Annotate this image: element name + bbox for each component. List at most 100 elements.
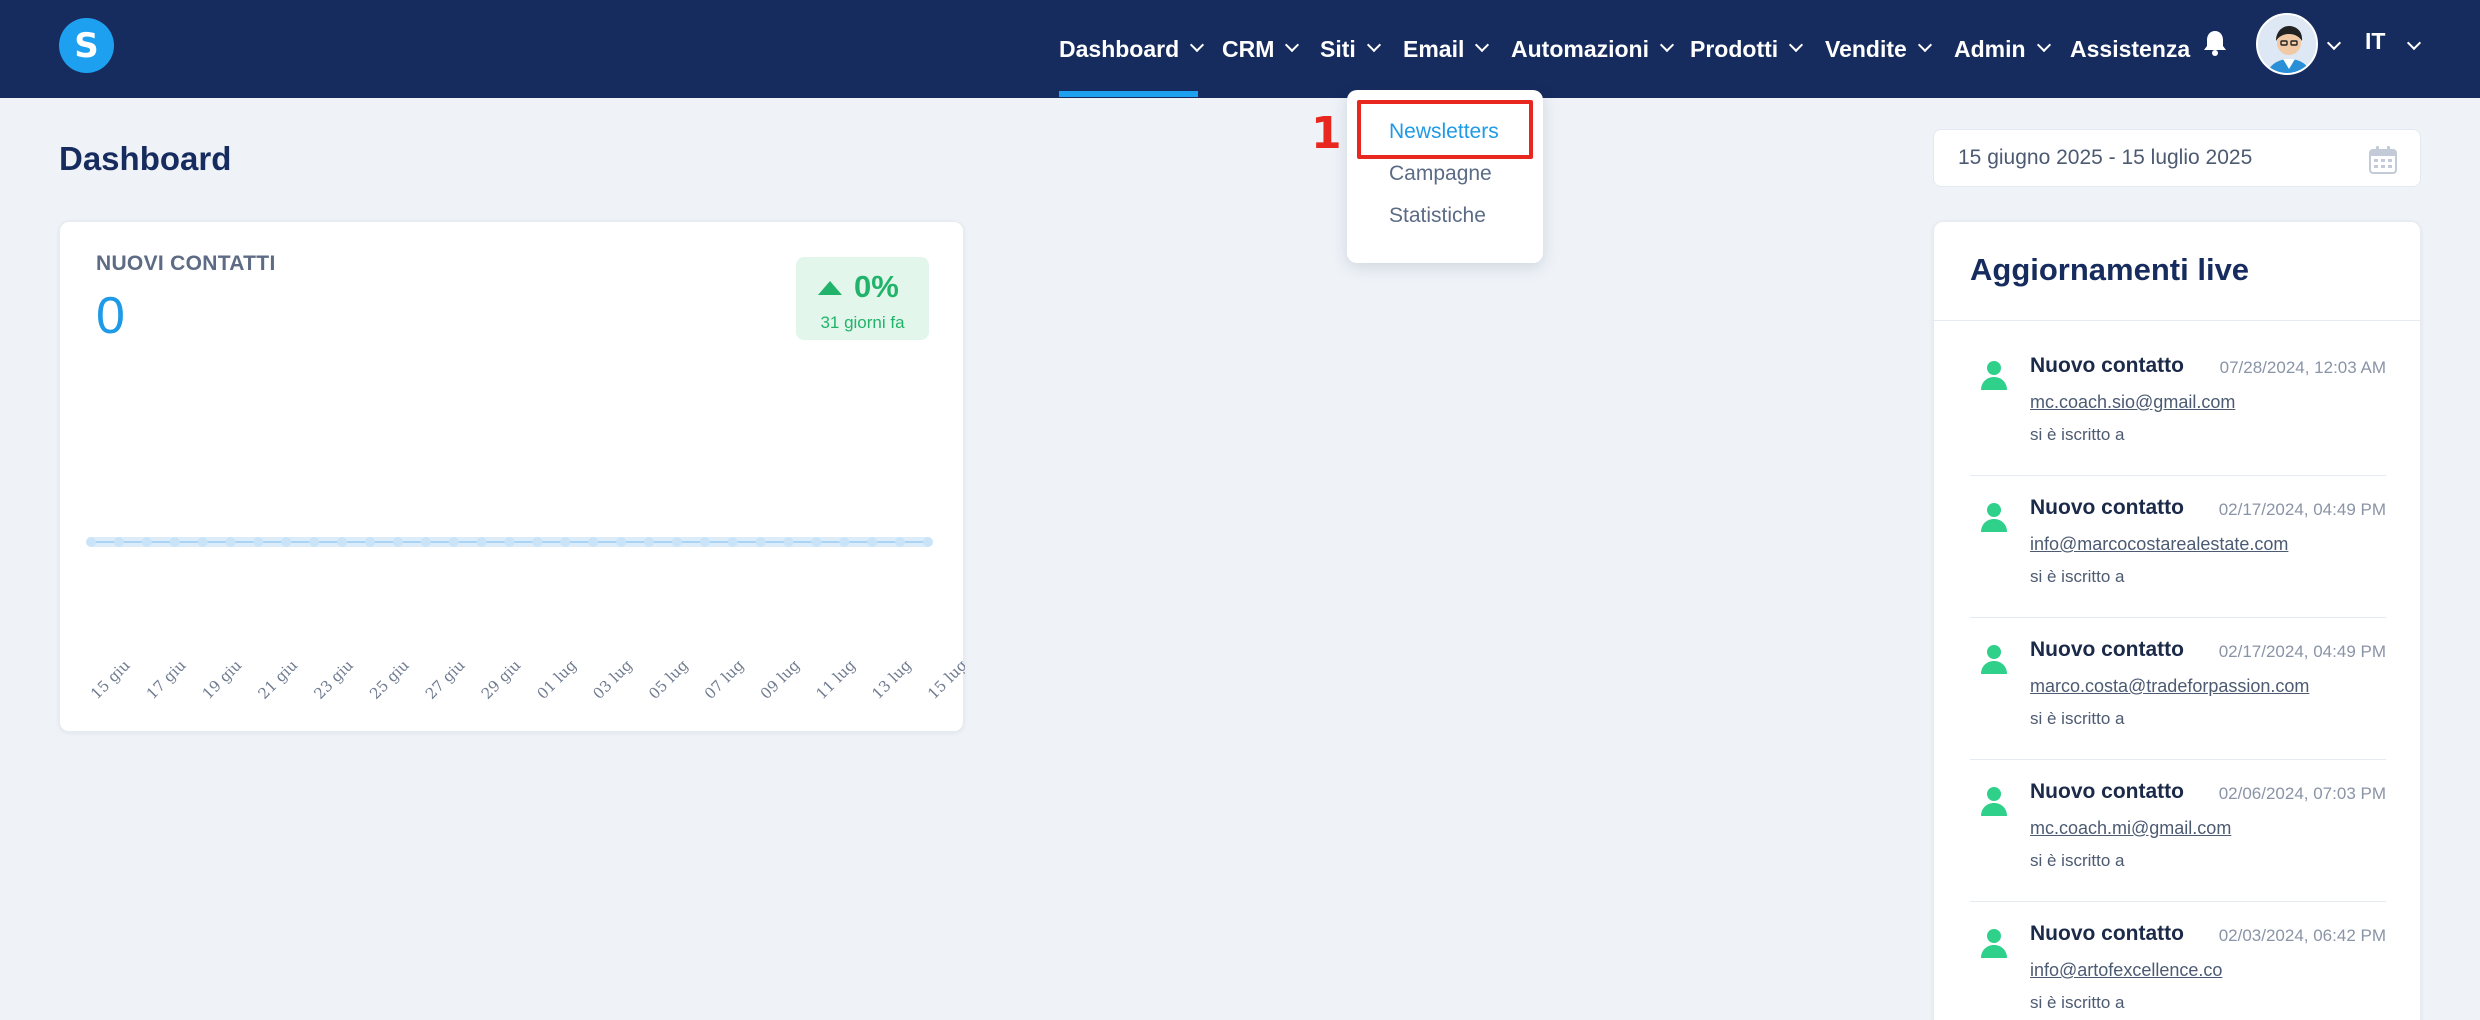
chart-point <box>253 537 264 547</box>
nav-siti[interactable]: Siti <box>1320 0 1380 98</box>
chart-point <box>365 537 375 547</box>
live-update-item: Nuovo contatto 02/17/2024, 04:49 PM marco.… <box>1970 618 2386 760</box>
user-icon <box>1981 503 2007 532</box>
live-update-item: Nuovo contatto 02/17/2024, 04:49 PM info@m… <box>1970 476 2386 618</box>
nav-email[interactable]: Email <box>1403 0 1488 98</box>
step-number-annotation: 1 <box>1311 108 1342 159</box>
chart-x-tick-label: 21 giu <box>255 656 302 703</box>
chart-point <box>337 537 348 547</box>
chart-point <box>532 537 543 547</box>
menu-item-campagne[interactable]: Campagne <box>1389 162 1492 186</box>
live-item-email-link[interactable]: mc.coach.mi@gmail.com <box>2030 818 2231 839</box>
user-icon <box>1981 361 2007 390</box>
chart-x-tick-label: 15 lug <box>924 656 965 703</box>
new-contacts-card: NUOVI CONTATTI 0 0% 31 giorni fa 15 giu 1… <box>59 221 965 732</box>
live-updates-divider <box>1934 320 2422 321</box>
nav-prodotti-label: Prodotti <box>1690 35 1779 62</box>
live-item-time: 07/28/2024, 12:03 AM <box>2219 358 2386 377</box>
live-item-note: si è iscritto a <box>2030 425 2125 444</box>
chart-point <box>671 537 682 547</box>
live-item-time: 02/06/2024, 07:03 PM <box>2218 784 2386 803</box>
chart-point <box>309 537 320 547</box>
chart-x-tick-label: 23 giu <box>310 656 357 703</box>
chart-point <box>867 537 878 547</box>
live-item-time: 02/17/2024, 04:49 PM <box>2218 642 2386 661</box>
chart-point <box>560 537 571 547</box>
live-item-email-link[interactable]: marco.costa@tradeforpassion.com <box>2030 676 2309 697</box>
chart-point <box>839 537 850 547</box>
chart-point <box>225 537 236 547</box>
chart-point <box>141 537 152 547</box>
chart-point <box>476 537 487 547</box>
logo-letter: S <box>74 25 99 66</box>
date-range-picker[interactable]: 15 giugno 2025 - 15 luglio 2025 <box>1933 129 2421 187</box>
chart-x-tick-label: 17 giu <box>143 656 190 703</box>
nav-dashboard-label: Dashboard <box>1059 35 1180 62</box>
nav-dashboard[interactable]: Dashboard <box>1059 0 1203 98</box>
nav-assistenza-label: Assistenza <box>2070 35 2191 62</box>
chart-x-tick-label: 03 lug <box>589 656 636 703</box>
chart-point <box>281 537 292 547</box>
chart-point <box>448 537 459 547</box>
chart-point <box>392 537 403 547</box>
nav-vendite-label: Vendite <box>1825 35 1907 62</box>
nav-prodotti[interactable]: Prodotti <box>1690 0 1802 98</box>
chart-point <box>727 537 738 547</box>
avatar[interactable] <box>2256 13 2318 75</box>
nav-automazioni-label: Automazioni <box>1511 35 1649 62</box>
chevron-down-icon <box>1661 40 1673 52</box>
chart-x-tick-label: 29 giu <box>478 656 525 703</box>
language-selector[interactable]: IT <box>2365 28 2385 55</box>
calendar-icon[interactable] <box>2368 145 2398 175</box>
chevron-down-icon <box>1790 40 1802 52</box>
chart-x-tick-label: 09 lug <box>757 656 804 703</box>
chevron-down-icon <box>2038 40 2050 52</box>
bell-icon[interactable] <box>2200 28 2230 58</box>
live-item-note: si è iscritto a <box>2030 709 2125 728</box>
live-item-note: si è iscritto a <box>2030 993 2125 1012</box>
live-item-email-link[interactable]: info@artofexcellence.co <box>2030 960 2222 981</box>
language-chevron-down-icon[interactable] <box>2408 38 2420 50</box>
user-avatar-icon <box>2258 15 2316 73</box>
nav-assistenza[interactable]: Assistenza <box>2070 0 2190 98</box>
chart-x-tick-label: 07 lug <box>701 656 748 703</box>
chart-x-tick-label: 13 lug <box>868 656 915 703</box>
live-item-time: 02/03/2024, 06:42 PM <box>2218 926 2386 945</box>
chevron-down-icon <box>1368 40 1380 52</box>
menu-item-statistiche[interactable]: Statistiche <box>1389 204 1486 228</box>
nav-vendite[interactable]: Vendite <box>1825 0 1931 98</box>
chart-x-tick-label: 19 giu <box>199 656 246 703</box>
live-item-email-link[interactable]: info@marcocostarealestate.com <box>2030 534 2288 555</box>
live-item-title: Nuovo contatto <box>2030 496 2184 519</box>
chart-point <box>923 537 933 547</box>
nav-admin[interactable]: Admin <box>1954 0 2050 98</box>
chart-point <box>504 537 515 547</box>
chart-x-tick-label: 11 lug <box>813 656 860 703</box>
language-label: IT <box>2365 28 2386 54</box>
live-item-note: si è iscritto a <box>2030 851 2125 870</box>
app-logo[interactable]: S <box>59 18 114 73</box>
user-icon <box>1981 645 2007 674</box>
live-update-item: Nuovo contatto 02/03/2024, 06:42 PM info@a… <box>1970 902 2386 1020</box>
active-nav-indicator <box>1059 91 1198 97</box>
date-range-value: 15 giugno 2025 - 15 luglio 2025 <box>1958 146 2253 169</box>
nav-crm[interactable]: CRM <box>1222 0 1298 98</box>
chart-point <box>783 537 794 547</box>
contacts-line-chart: 15 giu 17 giu 19 giu 21 giu 23 giu 25 giu 27 g… <box>86 537 965 703</box>
nav-automazioni[interactable]: Automazioni <box>1511 0 1673 98</box>
chart-point <box>699 537 710 547</box>
live-update-item: Nuovo contatto 07/28/2024, 12:03 AM mc.coa… <box>1970 334 2386 476</box>
live-item-title: Nuovo contatto <box>2030 638 2184 661</box>
chevron-down-icon <box>1191 40 1203 52</box>
nav-admin-label: Admin <box>1954 35 2026 62</box>
live-updates-title: Aggiornamenti live <box>1970 252 2250 287</box>
chart-x-tick-label: 01 lug <box>534 656 581 703</box>
live-item-email-link[interactable]: mc.coach.sio@gmail.com <box>2030 392 2235 413</box>
chevron-down-icon <box>1286 40 1298 52</box>
chart-point <box>113 537 124 547</box>
avatar-chevron-down-icon[interactable] <box>2328 38 2340 50</box>
chart-x-tick-label: 27 giu <box>422 656 469 703</box>
chart-point <box>420 537 431 547</box>
live-updates-card: Aggiornamenti live Nuovo contatto 07/28/2… <box>1933 221 2422 1020</box>
chart-point <box>895 537 906 547</box>
